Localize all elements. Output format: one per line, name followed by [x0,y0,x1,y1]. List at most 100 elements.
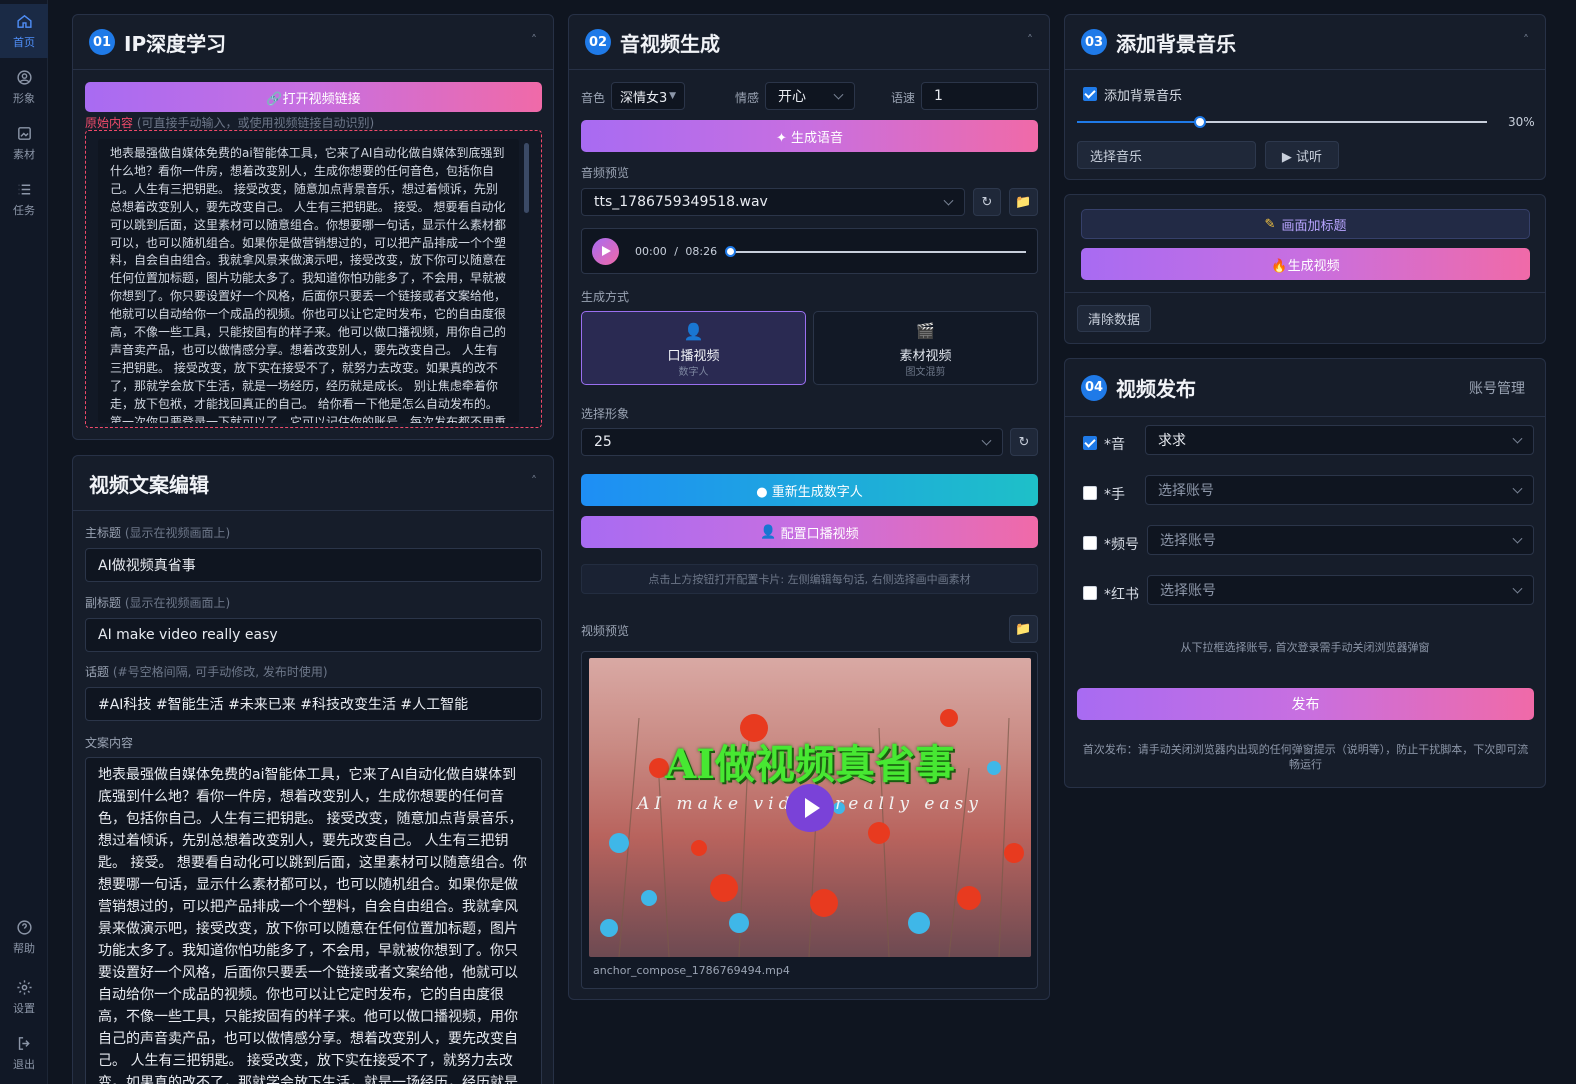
chevron-down-icon [1512,533,1523,544]
video-overlay-title: AI做视频真省事 [665,741,955,788]
scrollbar-thumb[interactable] [524,143,529,213]
sub-title-label: 副标题 [85,596,122,610]
nav-task[interactable]: 任务 [0,172,48,226]
platform-label: *频号 [1104,537,1139,553]
listen-button[interactable]: ▶ 试听 [1265,141,1339,169]
mode-talk-card[interactable]: 👤 口播视频 数字人 [581,311,806,385]
platform-checkbox[interactable] [1083,486,1097,500]
bgm-panel: 03 添加背景音乐 ˄ 添加背景音乐 30% 选择音乐 ▶ 试听 [1064,14,1546,180]
account-select[interactable]: 选择账号 [1145,475,1534,505]
select-music-button[interactable]: 选择音乐 [1077,141,1256,169]
mode-label: 生成方式 [581,290,630,304]
gear-icon [16,979,32,995]
nav-task-label: 任务 [13,203,35,217]
step-number: 04 [1081,374,1107,401]
refresh-avatar-button[interactable]: ↻ [1010,428,1038,456]
platform-checkbox[interactable] [1083,586,1097,600]
logout-icon [18,1036,30,1050]
configure-talk-video-label: 配置口播视频 [780,526,859,542]
regenerate-avatar-button[interactable]: ● 重新生成数字人 [581,474,1038,506]
account-select[interactable]: 选择账号 [1147,525,1534,555]
collapse-icon[interactable]: ˄ [1027,33,1033,47]
chevron-down-icon [1512,433,1523,444]
speed-input[interactable]: 1 [921,82,1038,110]
sub-title-input[interactable]: AI make video really easy [85,618,542,652]
account-manage-link[interactable]: 账号管理 [1469,378,1525,398]
topic-input[interactable]: #AI科技 #智能生活 #未来已来 #科技改变生活 #人工智能 [85,687,542,721]
account-placeholder: 选择账号 [1160,533,1216,549]
collapse-icon[interactable]: ˄ [531,474,537,488]
nav-logout[interactable]: 退出 [0,1026,48,1080]
emotion-select[interactable]: 开心 [765,82,855,110]
sub-title-hint: (显示在视频画面上) [124,596,231,610]
video-frame[interactable]: AI做视频真省事 AI make video really easy [589,658,1031,957]
mode-material-sub: 图文混剪 [905,367,946,378]
divider [1065,292,1545,293]
folder-icon: 📁 [1015,621,1032,637]
audio-player: 00:00 / 08:26 [581,228,1038,274]
platform-row-xiaohongshu: *红书 选择账号 [1065,575,1547,615]
platform-checkbox[interactable] [1083,436,1097,450]
source-text-box[interactable]: 地表最强做自媒体免费的ai智能体工具，它来了AI自动化做自媒体到底强到什么地？看… [85,130,542,428]
content-textarea[interactable]: 地表最强做自媒体免费的ai智能体工具，它来了AI自动化做自媒体到底强到什么地？看… [85,757,542,1084]
ip-learning-panel: 01 IP深度学习 ˄ 🔗打开视频链接 原始内容 (可直接手动输入，或使用视频链… [72,14,554,440]
audio-file-value: tts_1786759349518.wav [594,194,768,210]
nav-material[interactable]: 素材 [0,116,48,170]
topic-hint: (#号空格间隔, 可手动修改, 发布时使用) [112,665,328,679]
audio-progress-handle[interactable] [725,246,736,257]
source-textarea[interactable]: 地表最强做自媒体免费的ai智能体工具，它来了AI自动化做自媒体到底强到什么地？看… [98,139,519,423]
open-video-link-button[interactable]: 🔗打开视频链接 [85,82,542,112]
config-hint: 点击上方按钮打开配置卡片: 左侧编辑每句话, 右侧选择画中画素材 [581,564,1038,594]
bgm-checkbox[interactable] [1083,87,1097,101]
refresh-icon: ↻ [981,194,993,210]
add-title-button[interactable]: ✎ 画面加标题 [1081,209,1530,239]
voice-select[interactable]: 深情女3 ▼ [611,82,685,110]
copy-edit-panel: 视频文案编辑 ˄ 主标题 (显示在视频画面上) AI做视频真省事 副标题 (显示… [72,455,554,1084]
video-play-button[interactable] [786,784,834,832]
nav-avatar[interactable]: 形象 [0,60,48,114]
open-audio-folder-button[interactable]: 📁 [1009,188,1038,216]
account-placeholder: 选择账号 [1158,483,1214,499]
mode-material-card[interactable]: 🎬 素材视频 图文混剪 [813,311,1038,385]
nav-home[interactable]: 首页 [0,4,48,58]
panel-title: 视频发布 [1116,377,1196,401]
main-title-input[interactable]: AI做视频真省事 [85,548,542,582]
main-title-hint: (显示在视频画面上) [124,526,231,540]
audio-play-button[interactable] [592,238,619,265]
account-select[interactable]: 选择账号 [1147,575,1534,605]
nav-help[interactable]: 帮助 [0,910,48,964]
nav-settings-label: 设置 [13,1001,35,1015]
audio-file-select[interactable]: tts_1786759349518.wav [581,188,965,216]
main-title-label: 主标题 [85,526,122,540]
video-file-name: anchor_compose_1786769494.mp4 [593,964,790,977]
generate-voice-button[interactable]: ✦ 生成语音 [581,120,1038,152]
collapse-icon[interactable]: ˄ [531,33,537,47]
panel-title: 音视频生成 [620,31,720,56]
emotion-value: 开心 [778,89,806,105]
collapse-icon[interactable]: ˄ [1523,33,1529,47]
refresh-audio-button[interactable]: ↻ [973,188,1001,216]
platform-row-douyin: *音 求求 [1065,425,1547,465]
nav-home-label: 首页 [13,35,35,49]
refresh-icon: ↻ [1018,434,1030,450]
open-video-folder-button[interactable]: 📁 [1009,615,1038,643]
generate-video-button[interactable]: 🔥生成视频 [1081,248,1530,280]
volume-handle[interactable] [1194,116,1206,128]
volume-fill [1077,121,1200,123]
account-select[interactable]: 求求 [1145,425,1534,455]
audio-progress-track[interactable] [730,251,1026,253]
nav-settings[interactable]: 设置 [0,970,48,1024]
platform-checkbox[interactable] [1083,536,1097,550]
chevron-down-icon [1512,483,1523,494]
nav-material-label: 素材 [13,147,35,161]
panel-title: 视频文案编辑 [89,472,209,497]
help-icon [16,919,32,935]
topic-label-row: 话题 (#号空格间隔, 可手动修改, 发布时使用) [85,663,328,680]
avatar-select[interactable]: 25 [581,428,1003,456]
publish-footer-note: 首次发布：请手动关闭浏览器内出现的任何弹窗提示（说明等），防止干扰脚本，下次即可… [1082,743,1529,771]
account-value: 求求 [1158,433,1186,449]
publish-button[interactable]: 发布 [1077,688,1534,720]
clear-data-button[interactable]: 清除数据 [1077,305,1151,332]
volume-track[interactable] [1077,116,1487,128]
configure-talk-video-button[interactable]: 👤 配置口播视频 [581,516,1038,548]
